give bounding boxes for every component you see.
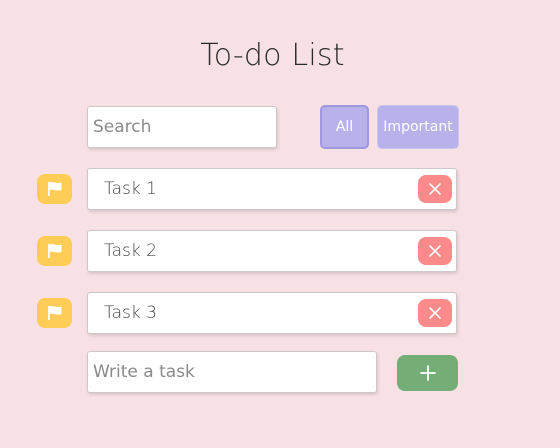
mark-important-button[interactable] [37,236,72,266]
close-icon [429,245,441,257]
search-input[interactable] [87,106,277,148]
list-item: Task 3 [0,292,560,334]
delete-task-button[interactable] [418,237,452,265]
filter-important-button[interactable]: Important [377,105,459,149]
task-label: Task 2 [104,241,157,261]
close-icon [429,183,441,195]
task-item[interactable]: Task 2 [87,230,457,272]
task-label: Task 1 [104,179,157,199]
filter-all-button[interactable]: All [320,105,369,149]
list-item: Task 1 [0,168,560,210]
task-item[interactable]: Task 3 [87,292,457,334]
flag-icon [47,306,61,320]
task-item[interactable]: Task 1 [87,168,457,210]
add-task-button[interactable] [397,355,458,391]
flag-icon [47,244,61,258]
list-item: Task 2 [0,230,560,272]
page-title: To-do List [200,38,345,73]
mark-important-button[interactable] [37,298,72,328]
task-label: Task 3 [104,303,157,323]
mark-important-button[interactable] [37,174,72,204]
delete-task-button[interactable] [418,299,452,327]
close-icon [429,307,441,319]
new-task-input[interactable] [87,351,377,393]
plus-icon [419,365,436,381]
flag-icon [47,182,61,196]
delete-task-button[interactable] [418,175,452,203]
